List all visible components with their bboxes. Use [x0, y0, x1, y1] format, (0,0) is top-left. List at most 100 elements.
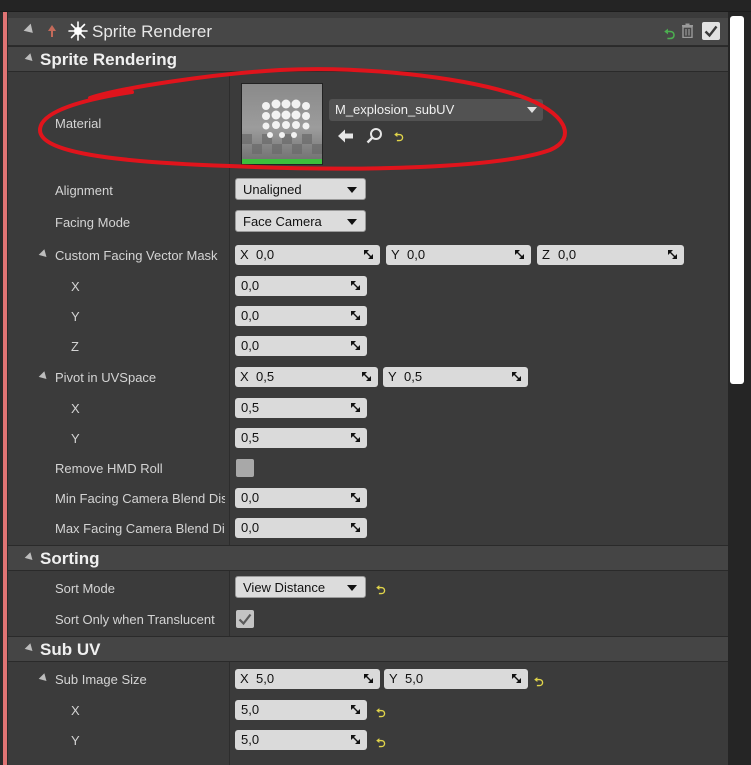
sub-image-size-y-field[interactable]: Y 5,0 [384, 669, 528, 689]
custom-facing-sub-y-label: Y [71, 309, 80, 324]
spin-arrow-icon [668, 250, 677, 259]
category-sub-uv[interactable]: Sub UV [8, 636, 728, 662]
field-value: 5,0 [405, 671, 424, 686]
alignment-label: Alignment [55, 183, 113, 198]
spin-arrow-icon [351, 403, 360, 412]
pivot-y-field[interactable]: Y 0,5 [383, 367, 528, 387]
enable-checkbox[interactable] [702, 22, 720, 40]
material-thumbnail[interactable] [241, 83, 323, 165]
custom-facing-x-field[interactable]: X 0,0 [235, 245, 380, 265]
sub-image-sub-y-field[interactable]: 5,0 [235, 730, 367, 750]
spin-arrow-icon [351, 523, 360, 532]
spin-arrow-icon [351, 705, 360, 714]
spin-arrow-icon [515, 250, 524, 259]
chevron-down-icon [347, 585, 357, 591]
field-value: 0,0 [256, 247, 275, 262]
field-value: 0,0 [407, 247, 426, 262]
category-label: Sub UV [40, 640, 101, 659]
pivot-uvspace-label: Pivot in UVSpace [55, 370, 157, 385]
pivot-sub-y-field[interactable]: 0,5 [235, 428, 367, 448]
field-value: 0,5 [256, 369, 275, 384]
axis-x-label: X [240, 671, 249, 686]
field-value: 0,0 [558, 247, 577, 262]
sort-mode-label: Sort Mode [55, 581, 115, 596]
pivot-sub-x-label: X [71, 401, 80, 416]
category-sprite-rendering[interactable]: Sprite Rendering [8, 46, 728, 72]
custom-facing-vector-mask-label: Custom Facing Vector Mask [55, 248, 218, 263]
custom-facing-sub-z-field[interactable]: 0,0 [235, 336, 367, 356]
axis-z-label: Z [542, 247, 550, 262]
spin-arrow-icon [512, 372, 521, 381]
max-facing-blend-field[interactable]: 0,0 [235, 518, 367, 538]
checkmark-icon [238, 613, 252, 626]
field-value: 0,5 [241, 400, 260, 415]
axis-x-label: X [240, 247, 249, 262]
sort-only-translucent-checkbox[interactable] [236, 610, 254, 628]
browse-magnifier-icon[interactable] [366, 127, 383, 144]
material-asset-picker[interactable]: M_explosion_subUV [329, 99, 543, 121]
spin-arrow-icon [351, 433, 360, 442]
sort-mode-value: View Distance [243, 580, 326, 595]
chevron-down-icon [527, 107, 537, 113]
reset-icon[interactable]: ⮌ [394, 128, 404, 149]
component-accent-bar [3, 12, 7, 765]
sub-image-sub-x-field[interactable]: 5,0 [235, 700, 367, 720]
custom-facing-z-field[interactable]: Z 0,0 [537, 245, 684, 265]
collapse-triangle-icon[interactable] [24, 643, 36, 654]
sub-image-size-x-field[interactable]: X 5,0 [235, 669, 380, 689]
field-value: 0,0 [241, 308, 260, 323]
component-header[interactable]: Sprite Renderer ⮌ [8, 18, 728, 46]
spin-arrow-icon [351, 493, 360, 502]
remove-hmd-roll-checkbox[interactable] [236, 459, 254, 477]
reset-icon[interactable]: ⮌ [376, 581, 386, 602]
sub-image-sub-x-label: X [71, 703, 80, 718]
spin-arrow-icon [351, 341, 360, 350]
pivot-x-field[interactable]: X 0,5 [235, 367, 378, 387]
component-title: Sprite Renderer [92, 22, 213, 41]
custom-facing-y-field[interactable]: Y 0,0 [386, 245, 531, 265]
category-sorting[interactable]: Sorting [8, 545, 728, 571]
spin-arrow-icon [364, 674, 373, 683]
spin-arrow-icon [362, 372, 371, 381]
chevron-down-icon [347, 219, 357, 225]
material-label: Material [55, 116, 102, 131]
custom-facing-sub-z-label: Z [71, 339, 79, 354]
custom-facing-sub-y-field[interactable]: 0,0 [235, 306, 367, 326]
reset-icon[interactable]: ⮌ [376, 704, 386, 725]
field-value: 0,0 [241, 278, 260, 293]
spin-arrow-icon [351, 735, 360, 744]
pivot-sub-x-field[interactable]: 0,5 [235, 398, 367, 418]
field-value: 0,0 [241, 338, 260, 353]
category-label: Sorting [40, 549, 100, 568]
spin-arrow-icon [512, 674, 521, 683]
min-facing-blend-label: Min Facing Camera Blend Distance [55, 491, 225, 506]
spin-arrow-icon [351, 311, 360, 320]
collapse-triangle-icon[interactable] [24, 552, 36, 563]
top-strip [0, 0, 751, 12]
field-value: 0,0 [241, 520, 260, 535]
field-value: 5,0 [256, 671, 275, 686]
axis-y-label: Y [388, 369, 397, 384]
sort-mode-dropdown[interactable]: View Distance [235, 576, 366, 598]
collapse-triangle-icon[interactable] [24, 53, 36, 64]
reset-icon[interactable]: ⮌ [664, 24, 675, 48]
collapse-triangle-icon[interactable] [23, 23, 37, 37]
trash-icon[interactable] [681, 23, 694, 38]
scrollbar-thumb[interactable] [730, 16, 744, 384]
remove-hmd-roll-label: Remove HMD Roll [55, 461, 163, 476]
min-facing-blend-field[interactable]: 0,0 [235, 488, 367, 508]
alignment-value: Unaligned [243, 182, 302, 197]
axis-y-label: Y [389, 671, 398, 686]
alignment-dropdown[interactable]: Unaligned [235, 178, 366, 200]
field-value: 0,5 [404, 369, 423, 384]
facing-mode-dropdown[interactable]: Face Camera [235, 210, 366, 232]
custom-facing-sub-x-field[interactable]: 0,0 [235, 276, 367, 296]
chevron-down-icon [347, 187, 357, 193]
field-value: 0,5 [241, 430, 260, 445]
pivot-sub-y-label: Y [71, 431, 80, 446]
sparkle-icon [68, 21, 88, 41]
reset-icon[interactable]: ⮌ [534, 673, 544, 694]
use-selected-arrow-icon[interactable] [337, 128, 354, 144]
reset-icon[interactable]: ⮌ [376, 734, 386, 755]
custom-facing-sub-x-label: X [71, 279, 80, 294]
